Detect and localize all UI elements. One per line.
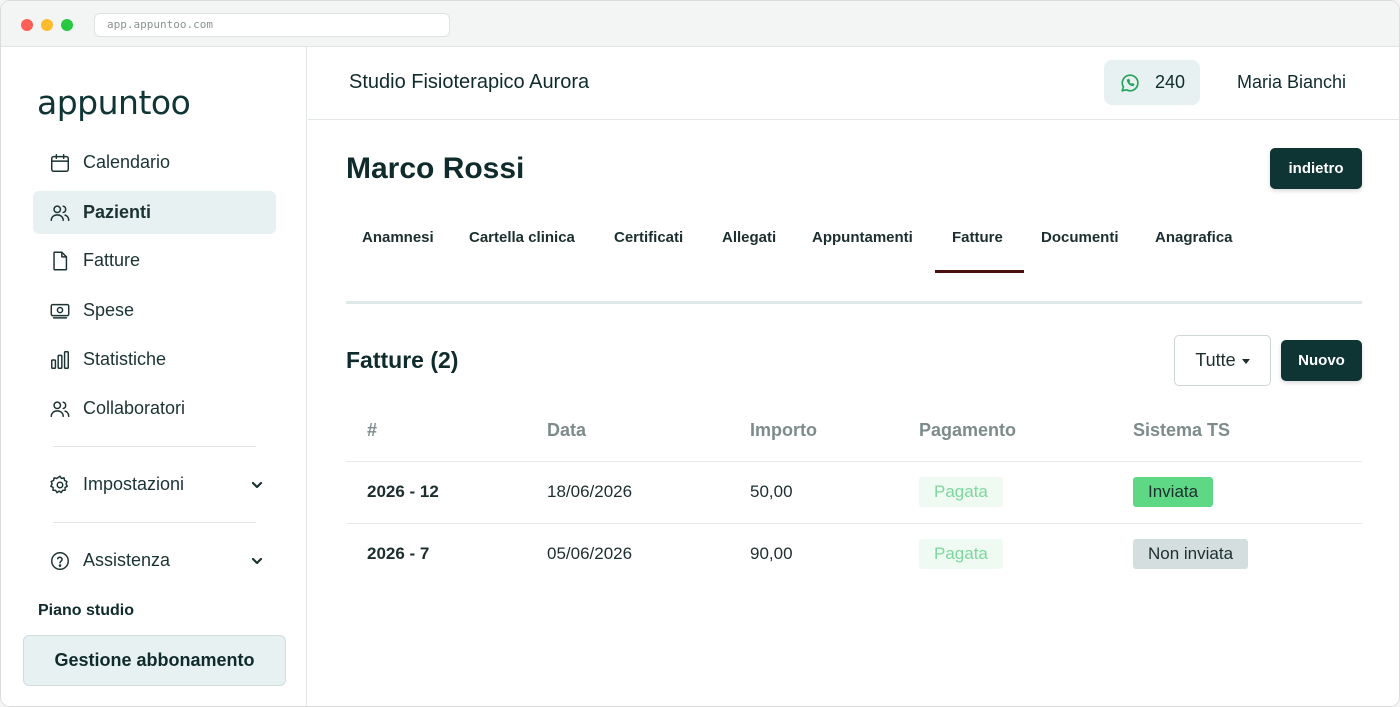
main-content: Marco Rossi indietro Anamnesi Cartella c…	[308, 120, 1399, 706]
whatsapp-count: 240	[1154, 72, 1186, 92]
tab-appuntamenti[interactable]: Appuntamenti	[812, 229, 913, 246]
manage-subscription-button[interactable]: Gestione abbonamento	[23, 635, 286, 686]
invoice-number: 2026 - 12	[367, 482, 439, 501]
chevron-down-icon[interactable]	[250, 554, 264, 568]
address-bar[interactable]: app.appuntoo.com	[94, 13, 450, 37]
help-icon	[51, 551, 69, 570]
sidebar-item-statistiche[interactable]: Statistiche	[33, 338, 276, 381]
tab-documenti[interactable]: Documenti	[1041, 229, 1119, 246]
invoice-amount: 90,00	[750, 544, 793, 563]
bar-chart-icon	[51, 350, 69, 369]
sidebar-divider	[53, 446, 256, 447]
patient-name: Marco Rossi	[346, 152, 525, 185]
column-header-ts: Sistema TS	[1133, 420, 1231, 440]
chevron-down-icon[interactable]	[250, 478, 264, 492]
payment-status-badge: Pagata	[919, 477, 1003, 507]
tab-anagrafica[interactable]: Anagrafica	[1155, 229, 1233, 246]
back-button[interactable]: indietro	[1270, 148, 1362, 189]
caret-down-icon	[1241, 359, 1250, 364]
column-header-number: #	[367, 420, 378, 440]
invoices-title: Fatture (2)	[346, 347, 459, 373]
sidebar-item-label: Impostazioni	[83, 474, 185, 494]
tab-fatture[interactable]: Fatture	[952, 229, 1003, 246]
maximize-window-dot[interactable]	[61, 19, 73, 31]
sidebar-item-label: Statistiche	[83, 349, 167, 369]
column-header-date: Data	[547, 420, 587, 440]
sidebar: appuntoo Calendario Pazienti Fatture Spe…	[1, 47, 307, 706]
tab-cartella-clinica[interactable]: Cartella clinica	[469, 229, 575, 246]
sidebar-item-fatture[interactable]: Fatture	[33, 239, 276, 282]
browser-window: app.appuntoo.com appuntoo Calendario Paz…	[0, 0, 1400, 707]
gear-icon	[50, 475, 69, 493]
invoice-filter-select[interactable]: Tutte	[1174, 335, 1271, 386]
sidebar-item-assistenza[interactable]: Assistenza	[33, 539, 276, 582]
sidebar-item-spese[interactable]: Spese	[33, 289, 276, 332]
column-header-payment: Pagamento	[919, 420, 1017, 440]
whatsapp-icon	[1121, 73, 1139, 92]
plan-label: Piano studio	[38, 602, 134, 619]
money-icon	[50, 303, 70, 319]
invoice-date: 05/06/2026	[547, 544, 633, 563]
sidebar-divider	[53, 522, 256, 523]
invoice-date: 18/06/2026	[547, 482, 633, 501]
column-header-amount: Importo	[750, 420, 817, 440]
app-logo[interactable]: appuntoo	[37, 83, 191, 122]
sidebar-item-label: Collaboratori	[83, 398, 186, 418]
sidebar-item-label: Spese	[83, 300, 135, 320]
sidebar-item-collaboratori[interactable]: Collaboratori	[33, 387, 276, 430]
browser-chrome: app.appuntoo.com	[1, 1, 1399, 47]
ts-status-badge: Non inviata	[1133, 539, 1249, 569]
tab-allegati[interactable]: Allegati	[722, 229, 776, 246]
users-icon	[50, 400, 70, 417]
patient-tabs: Anamnesi Cartella clinica Certificati Al…	[346, 216, 1362, 273]
new-invoice-button[interactable]: Nuovo	[1281, 340, 1362, 381]
table-row[interactable]: 2026 - 7 05/06/2026 90,00 Pagata Non inv…	[346, 524, 1362, 586]
top-bar: Studio Fisioterapico Aurora 240 Maria Bi…	[308, 47, 1399, 120]
sidebar-item-label: Fatture	[83, 250, 141, 270]
document-icon	[53, 251, 68, 270]
sidebar-item-label: Assistenza	[83, 550, 171, 570]
sidebar-item-label: Calendario	[83, 152, 171, 172]
minimize-window-dot[interactable]	[41, 19, 53, 31]
ts-status-badge: Inviata	[1133, 477, 1214, 507]
table-header: # Data Importo Pagamento Sistema TS	[346, 410, 1362, 462]
payment-status-badge: Pagata	[919, 539, 1003, 569]
user-name[interactable]: Maria Bianchi	[1237, 72, 1346, 93]
studio-name: Studio Fisioterapico Aurora	[349, 71, 590, 93]
sidebar-item-impostazioni[interactable]: Impostazioni	[33, 463, 276, 506]
tab-certificati[interactable]: Certificati	[614, 229, 683, 246]
invoice-number: 2026 - 7	[367, 544, 430, 563]
table-row[interactable]: 2026 - 12 18/06/2026 50,00 Pagata Inviat…	[346, 462, 1362, 524]
tabs-separator	[346, 301, 1362, 304]
filter-value: Tutte	[1195, 350, 1236, 370]
sidebar-item-pazienti[interactable]: Pazienti	[33, 191, 276, 234]
active-tab-indicator	[935, 270, 1024, 273]
invoice-amount: 50,00	[750, 482, 793, 501]
close-window-dot[interactable]	[21, 19, 33, 31]
whatsapp-credits-badge[interactable]: 240	[1104, 60, 1200, 105]
tab-anamnesi[interactable]: Anamnesi	[362, 229, 434, 246]
sidebar-item-label: Pazienti	[83, 202, 152, 222]
users-icon	[50, 204, 70, 221]
calendar-icon	[51, 153, 69, 172]
sidebar-item-calendario[interactable]: Calendario	[33, 141, 276, 184]
